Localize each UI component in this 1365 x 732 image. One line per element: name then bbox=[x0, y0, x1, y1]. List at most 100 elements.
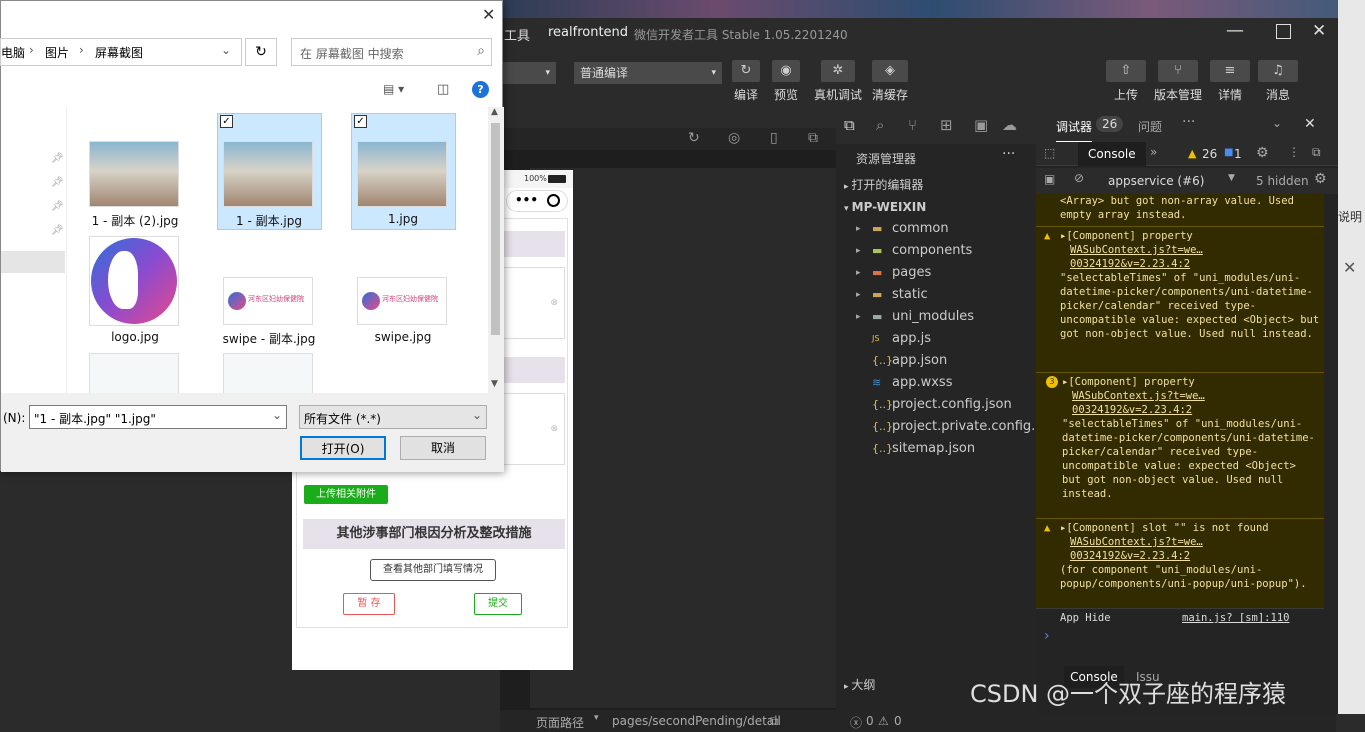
files-icon[interactable]: ⧉ bbox=[844, 116, 855, 134]
version-button[interactable]: ⑂ 版本管理 bbox=[1150, 60, 1206, 103]
file-thumbnail[interactable] bbox=[89, 141, 179, 207]
cancel-button[interactable]: 取消 bbox=[400, 436, 486, 460]
folder-item[interactable]: ▸ ▬ components bbox=[836, 240, 1036, 262]
file-thumbnail[interactable] bbox=[89, 353, 179, 393]
more-icon[interactable]: ··· bbox=[1002, 146, 1015, 162]
refresh-icon[interactable]: ↻ bbox=[245, 38, 277, 66]
view-mode-icon[interactable]: ▤ ▾ bbox=[383, 82, 404, 96]
file-name[interactable]: 1 - 副本 (2).jpg bbox=[75, 212, 195, 229]
file-name[interactable]: 1.jpg bbox=[343, 212, 463, 226]
dock-icon[interactable]: ⧉ bbox=[1312, 145, 1321, 160]
file-item[interactable]: JS app.js bbox=[836, 328, 1036, 350]
folder-item[interactable]: ▸ ▬ pages bbox=[836, 262, 1036, 284]
sidebar-icon[interactable]: ▣ bbox=[1044, 172, 1055, 186]
rotate-icon[interactable]: ↻ bbox=[688, 130, 700, 146]
source-link[interactable]: main.js? [sm]:110 bbox=[1182, 612, 1289, 624]
search-input[interactable]: 在 屏幕截图 中搜索 ⌕ bbox=[291, 38, 492, 66]
clear-icon[interactable]: ⊗ bbox=[550, 424, 558, 434]
console-prompt[interactable]: › bbox=[1044, 628, 1050, 644]
messages-button[interactable]: ♫ 消息 bbox=[1256, 60, 1300, 103]
checkbox-checked[interactable]: ✓ bbox=[354, 115, 367, 128]
page-path[interactable]: pages/secondPending/detail bbox=[612, 714, 781, 728]
double-chevron-icon[interactable]: » bbox=[1150, 145, 1157, 159]
breadcrumb-item[interactable]: 屏幕截图 bbox=[95, 44, 143, 61]
capsule-menu[interactable]: ••• bbox=[506, 190, 568, 212]
phone-icon[interactable]: ▯ bbox=[770, 130, 778, 146]
kebab-icon[interactable]: ⋮ bbox=[1288, 145, 1300, 159]
folder-item[interactable]: ▸ ▬ uni_modules bbox=[836, 306, 1036, 328]
real-debug-button[interactable]: ✲ 真机调试 bbox=[810, 60, 866, 103]
file-item[interactable]: {..}project.private.config.js... bbox=[836, 416, 1036, 438]
stop-icon[interactable]: ◎ bbox=[728, 130, 740, 146]
address-bar[interactable]: 电脑 › 图片 › 屏幕截图 ⌄ bbox=[0, 38, 242, 66]
close-icon[interactable]: ✕ bbox=[482, 5, 495, 24]
folder-item[interactable]: ▸ ▬ common bbox=[836, 218, 1036, 240]
close-icon[interactable]: ✕ bbox=[1304, 116, 1316, 132]
open-button[interactable]: 打开(O) bbox=[300, 436, 386, 460]
chevron-down-icon[interactable]: ⌄ bbox=[1272, 116, 1282, 130]
project-section[interactable]: ▾ MP-WEIXIN bbox=[836, 196, 1036, 218]
file-name[interactable]: 1 - 副本.jpg bbox=[209, 212, 329, 229]
scrollbar-thumb[interactable] bbox=[491, 123, 500, 335]
file-name[interactable]: logo.jpg bbox=[75, 330, 195, 344]
file-item[interactable]: ≋ app.wxss bbox=[836, 372, 1036, 394]
compile-mode-select[interactable]: 普通编译 ▾ bbox=[574, 62, 722, 84]
scrollbar[interactable]: ▲ ▼ bbox=[488, 107, 504, 393]
nav-item-selected[interactable] bbox=[1, 251, 65, 273]
settings-icon[interactable]: ⚙ bbox=[1314, 171, 1327, 187]
source-link[interactable]: WASubContext.js?t=we…00324192&v=2.23.4:2 bbox=[1070, 244, 1203, 270]
file-thumbnail[interactable]: 河东区妇幼保健院 bbox=[357, 277, 447, 325]
preview-button[interactable]: ◉ 预览 bbox=[766, 60, 806, 103]
details-button[interactable]: ≡ 详情 bbox=[1208, 60, 1252, 103]
chevron-up-icon[interactable]: ▲ bbox=[491, 107, 498, 117]
file-item[interactable]: {..} project.config.json bbox=[836, 394, 1036, 416]
tab-console[interactable]: Console bbox=[1078, 142, 1146, 166]
view-other-depts-button[interactable]: 查看其他部门填写情况 bbox=[370, 559, 496, 581]
submit-button[interactable]: 提交 bbox=[474, 593, 522, 615]
file-thumbnail[interactable] bbox=[223, 141, 313, 207]
compile-button[interactable]: ↻ 编译 bbox=[726, 60, 766, 103]
more-icon[interactable]: ••• bbox=[515, 193, 538, 207]
detach-icon[interactable]: ⧉ bbox=[808, 130, 818, 146]
clear-icon[interactable]: ⊗ bbox=[550, 298, 558, 308]
context-select[interactable]: appservice (#6) bbox=[1108, 174, 1204, 188]
help-icon[interactable]: ? bbox=[472, 81, 489, 98]
filename-input[interactable]: "1 - 副本.jpg" "1.jpg" ⌄ bbox=[29, 405, 287, 429]
folder-item[interactable]: ▸ ▬ static bbox=[836, 284, 1036, 306]
save-draft-button[interactable]: 暂 存 bbox=[343, 593, 395, 615]
file-name[interactable]: swipe - 副本.jpg bbox=[209, 330, 329, 347]
tab-debugger[interactable]: 调试器 bbox=[1056, 118, 1093, 143]
source-link[interactable]: WASubContext.js?t=we…00324192&v=2.23.4:2 bbox=[1072, 390, 1205, 416]
search-icon[interactable]: ⌕ bbox=[876, 116, 884, 134]
file-name[interactable]: swipe.jpg bbox=[343, 330, 463, 344]
checkbox-checked[interactable]: ✓ bbox=[220, 115, 233, 128]
source-link[interactable]: WASubContext.js?t=we…00324192&v=2.23.4:2 bbox=[1070, 536, 1203, 562]
more-tabs-icon[interactable]: ··· bbox=[1182, 114, 1195, 130]
chevron-down-icon[interactable]: ⌄ bbox=[272, 408, 282, 422]
git-icon[interactable]: ⑂ bbox=[908, 116, 917, 134]
extensions-icon[interactable]: ▣ bbox=[974, 116, 988, 134]
maximize-icon[interactable] bbox=[1276, 24, 1291, 39]
cloud-icon[interactable]: ☁ bbox=[1002, 116, 1017, 134]
chevron-down-icon[interactable]: ▼ bbox=[491, 379, 498, 389]
file-item[interactable]: {..} sitemap.json bbox=[836, 438, 1036, 460]
upload-attachment-button[interactable]: 上传相关附件 bbox=[304, 485, 388, 504]
minimize-icon[interactable]: — bbox=[1226, 20, 1244, 41]
clear-cache-button[interactable]: ◈ 清缓存 bbox=[868, 60, 912, 103]
breadcrumb-item[interactable]: 电脑 bbox=[1, 44, 25, 61]
settings-icon[interactable]: ⚙ bbox=[1256, 145, 1269, 161]
close-mini-icon[interactable] bbox=[547, 194, 560, 207]
tab-issues[interactable]: 问题 bbox=[1138, 118, 1162, 135]
file-thumbnail[interactable]: 河东区妇幼保健院 bbox=[223, 277, 313, 325]
upload-button[interactable]: ⇧ 上传 bbox=[1104, 60, 1148, 103]
preview-pane-icon[interactable]: ◫ bbox=[437, 82, 449, 97]
file-thumbnail[interactable] bbox=[89, 236, 179, 326]
filetype-select[interactable]: 所有文件 (*.*) ⌄ bbox=[299, 405, 487, 429]
open-editors-section[interactable]: ▸ 打开的编辑器 bbox=[836, 174, 1036, 196]
debug-icon[interactable]: ⊞ bbox=[940, 116, 953, 134]
mode-select[interactable]: ▾ bbox=[500, 62, 556, 84]
inspect-icon[interactable]: ⬚ bbox=[1044, 146, 1055, 160]
file-thumbnail[interactable] bbox=[357, 141, 447, 207]
copy-icon[interactable]: ⧉ bbox=[770, 714, 779, 729]
breadcrumb-item[interactable]: 图片 bbox=[45, 44, 69, 61]
